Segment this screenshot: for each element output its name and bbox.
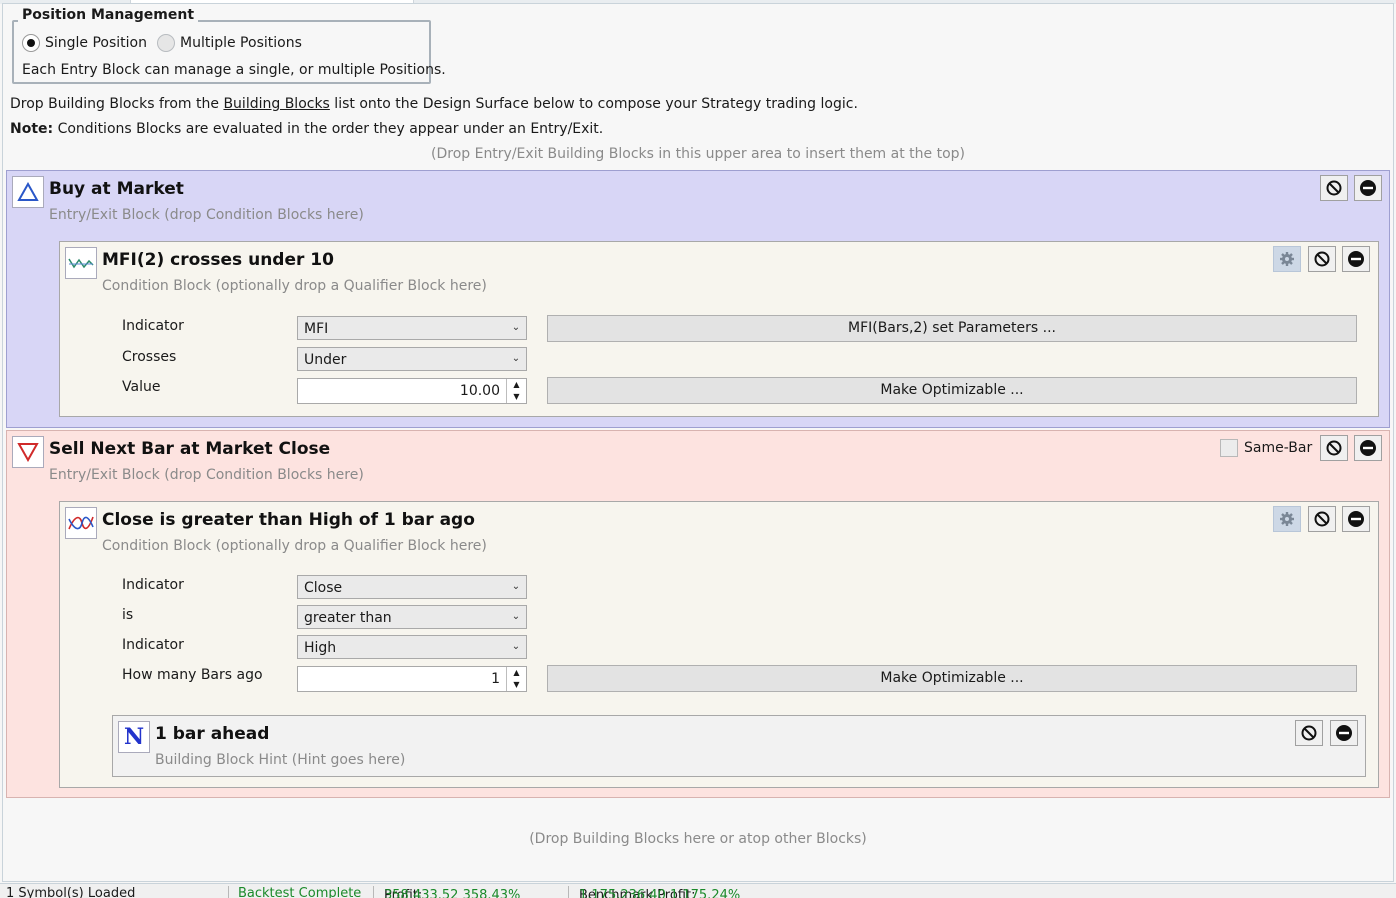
instructions-text-post: list onto the Design Surface below to co… bbox=[329, 96, 858, 112]
value-stepper[interactable]: 10.00 ▲ ▼ bbox=[297, 378, 527, 404]
position-mode-radios: Single Position Multiple Positions bbox=[22, 34, 312, 52]
instructions-line: Drop Building Blocks from the Building B… bbox=[10, 96, 858, 112]
qualifier-icon-letter: N bbox=[123, 724, 145, 750]
gear-icon[interactable] bbox=[1273, 246, 1301, 272]
sell-block-subtitle: Entry/Exit Block (drop Condition Blocks … bbox=[49, 467, 364, 483]
position-management-title: Position Management bbox=[18, 7, 199, 23]
buy-entry-block[interactable]: Buy at Market Entry/Exit Block (drop Con… bbox=[6, 170, 1390, 428]
disable-icon[interactable] bbox=[1308, 506, 1336, 532]
spin-down-icon[interactable]: ▼ bbox=[507, 679, 526, 691]
single-position-label[interactable]: Single Position bbox=[45, 35, 147, 51]
chevron-down-icon[interactable]: ⌄ bbox=[506, 317, 526, 339]
note-text: Conditions Blocks are evaluated in the o… bbox=[53, 121, 604, 137]
n-letter-icon: N bbox=[118, 721, 150, 753]
bars-ago-stepper-value: 1 bbox=[491, 671, 500, 687]
indicator-select-value: Close bbox=[304, 580, 343, 596]
field-label-value: Value bbox=[122, 379, 161, 395]
remove-icon[interactable] bbox=[1330, 720, 1358, 746]
comparison-select-value: greater than bbox=[304, 610, 392, 626]
close-condition-title: Close is greater than High of 1 bar ago bbox=[102, 510, 475, 530]
spin-up-icon[interactable]: ▲ bbox=[507, 379, 526, 391]
make-optimizable-button[interactable]: Make Optimizable ... bbox=[547, 377, 1357, 404]
disable-icon[interactable] bbox=[1295, 720, 1323, 746]
qualifier-block[interactable]: N 1 bar ahead Building Block Hint (Hint … bbox=[112, 715, 1366, 777]
field-label-bars-ago: How many Bars ago bbox=[122, 667, 263, 683]
indicator-2-select-value: High bbox=[304, 640, 337, 656]
crosses-select-value: Under bbox=[304, 352, 347, 368]
remove-icon[interactable] bbox=[1354, 435, 1382, 461]
chevron-down-icon[interactable]: ⌄ bbox=[506, 606, 526, 628]
crosses-select[interactable]: Under ⌄ bbox=[297, 347, 527, 371]
indicator-wave-icon bbox=[65, 247, 97, 279]
qualifier-title: 1 bar ahead bbox=[155, 724, 270, 744]
crossing-lines-icon bbox=[65, 507, 97, 539]
indicator-2-select[interactable]: High ⌄ bbox=[297, 635, 527, 659]
indicator-select-value: MFI bbox=[304, 321, 329, 337]
chevron-down-icon[interactable]: ⌄ bbox=[506, 348, 526, 370]
disable-icon[interactable] bbox=[1320, 435, 1348, 461]
mfi-condition-block[interactable]: MFI(2) crosses under 10 Condition Block … bbox=[59, 241, 1379, 417]
status-separator bbox=[373, 886, 374, 898]
symbols-loaded-status: 1 Symbol(s) Loaded bbox=[6, 886, 136, 898]
backtest-status: Backtest Complete bbox=[238, 886, 362, 898]
disable-icon[interactable] bbox=[1308, 246, 1336, 272]
chevron-down-icon[interactable]: ⌄ bbox=[506, 576, 526, 598]
status-separator bbox=[228, 886, 229, 898]
building-blocks-link[interactable]: Building Blocks bbox=[223, 96, 329, 112]
comparison-select[interactable]: greater than ⌄ bbox=[297, 605, 527, 629]
status-separator bbox=[568, 886, 569, 898]
triangle-down-icon bbox=[12, 436, 44, 468]
field-label-is: is bbox=[122, 607, 134, 623]
disable-icon[interactable] bbox=[1320, 175, 1348, 201]
spin-up-icon[interactable]: ▲ bbox=[507, 667, 526, 679]
qualifier-subtitle: Building Block Hint (Hint goes here) bbox=[155, 752, 406, 768]
mfi-condition-subtitle: Condition Block (optionally drop a Quali… bbox=[102, 278, 487, 294]
make-optimizable-button[interactable]: Make Optimizable ... bbox=[547, 665, 1357, 692]
field-label-indicator: Indicator bbox=[122, 318, 184, 334]
set-parameters-button[interactable]: MFI(Bars,2) set Parameters ... bbox=[547, 315, 1357, 342]
multiple-positions-radio[interactable] bbox=[157, 34, 175, 52]
benchmark-value: 1,175,236.40 1,175.24% bbox=[579, 888, 741, 898]
single-position-radio[interactable] bbox=[22, 34, 40, 52]
position-management-description: Each Entry Block can manage a single, or… bbox=[22, 62, 446, 78]
chevron-down-icon[interactable]: ⌄ bbox=[506, 636, 526, 658]
remove-icon[interactable] bbox=[1342, 246, 1370, 272]
gear-icon[interactable] bbox=[1273, 506, 1301, 532]
field-label-indicator: Indicator bbox=[122, 577, 184, 593]
same-bar-checkbox[interactable] bbox=[1220, 439, 1238, 457]
value-stepper-value: 10.00 bbox=[459, 383, 500, 399]
field-label-crosses: Crosses bbox=[122, 349, 177, 365]
remove-icon[interactable] bbox=[1342, 506, 1370, 532]
sell-block-title: Sell Next Bar at Market Close bbox=[49, 439, 331, 459]
note-label: Note: bbox=[10, 121, 54, 137]
indicator-select[interactable]: MFI ⌄ bbox=[297, 316, 527, 340]
triangle-up-icon bbox=[12, 176, 44, 208]
same-bar-toggle[interactable]: Same-Bar bbox=[1220, 439, 1312, 457]
instructions-text-pre: Drop Building Blocks from the bbox=[10, 96, 224, 112]
multiple-positions-label[interactable]: Multiple Positions bbox=[180, 35, 302, 51]
indicator-select[interactable]: Close ⌄ bbox=[297, 575, 527, 599]
note-line: Note: Conditions Blocks are evaluated in… bbox=[10, 121, 603, 137]
close-condition-subtitle: Condition Block (optionally drop a Quali… bbox=[102, 538, 487, 554]
remove-icon[interactable] bbox=[1354, 175, 1382, 201]
mfi-condition-title: MFI(2) crosses under 10 bbox=[102, 250, 334, 270]
close-condition-block[interactable]: Close is greater than High of 1 bar ago … bbox=[59, 501, 1379, 788]
drop-top-hint: (Drop Entry/Exit Building Blocks in this… bbox=[431, 146, 965, 162]
spin-down-icon[interactable]: ▼ bbox=[507, 391, 526, 403]
profit-value: 358,433.52 358.43% bbox=[384, 888, 521, 898]
buy-block-title: Buy at Market bbox=[49, 179, 184, 199]
sell-exit-block[interactable]: Sell Next Bar at Market Close Entry/Exit… bbox=[6, 430, 1390, 798]
drop-bottom-hint: (Drop Building Blocks here or atop other… bbox=[529, 831, 867, 847]
status-bar: 1 Symbol(s) Loaded Backtest Complete Pro… bbox=[0, 883, 1396, 898]
bars-ago-stepper[interactable]: 1 ▲ ▼ bbox=[297, 666, 527, 692]
same-bar-label[interactable]: Same-Bar bbox=[1244, 440, 1312, 456]
buy-block-subtitle: Entry/Exit Block (drop Condition Blocks … bbox=[49, 207, 364, 223]
field-label-indicator-2: Indicator bbox=[122, 637, 184, 653]
